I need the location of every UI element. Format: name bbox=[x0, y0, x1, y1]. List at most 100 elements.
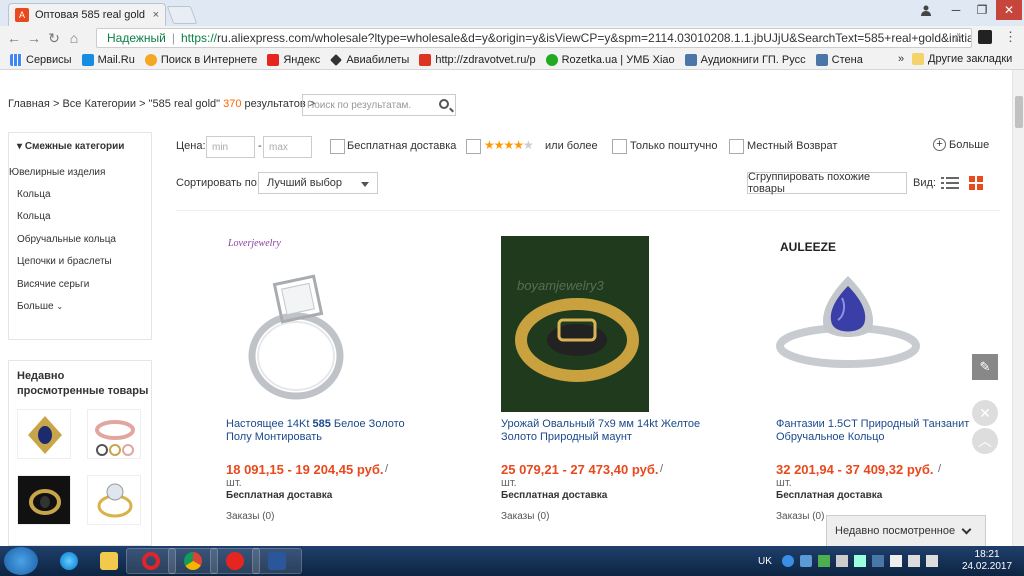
page-scrollbar[interactable] bbox=[1012, 70, 1024, 546]
sort-value: Лучший выбор bbox=[267, 177, 343, 189]
product-unit-slash-1: / bbox=[385, 463, 389, 475]
edit-pencil-icon[interactable]: ✎ bbox=[972, 354, 998, 380]
category-drop-earrings[interactable]: Висячие серьги bbox=[17, 279, 89, 290]
clock-time: 18:21 bbox=[974, 549, 1000, 560]
menu-icon[interactable]: ⋮ bbox=[1004, 29, 1017, 45]
taskbar-word[interactable] bbox=[252, 548, 302, 574]
grid-view-icon[interactable] bbox=[969, 176, 983, 190]
breadcrumb-all-categories[interactable]: Все Категории bbox=[62, 98, 136, 110]
bookmarks-overflow[interactable]: » bbox=[898, 53, 904, 65]
recent-thumb-4[interactable] bbox=[87, 475, 141, 525]
product-orders-1[interactable]: Заказы (0) bbox=[226, 511, 274, 522]
product-title-3[interactable]: Фантазии 1.5CT Природный Танзанит Обруча… bbox=[776, 418, 976, 444]
minimize-button[interactable]: ─ bbox=[944, 0, 968, 20]
maximize-button[interactable]: ❐ bbox=[970, 0, 994, 20]
home-icon[interactable]: ⌂ bbox=[64, 30, 84, 46]
product-orders-2[interactable]: Заказы (0) bbox=[501, 511, 549, 522]
related-categories-panel: ▾ Смежные категории Ювелирные изделия Ко… bbox=[8, 132, 152, 340]
windows-taskbar: UK 18:21 24.02.2017 bbox=[0, 546, 1024, 576]
category-more[interactable]: Больше ⌄ bbox=[17, 301, 63, 312]
browser-tab[interactable]: A Оптовая 585 real gold Г × bbox=[8, 3, 166, 26]
recently-viewed-title: Недавно просмотренные товары bbox=[17, 370, 149, 397]
bookmark-services[interactable]: Сервисы bbox=[10, 53, 72, 66]
system-tray bbox=[782, 546, 938, 576]
aliexpress-favicon-icon: A bbox=[15, 8, 29, 22]
clock[interactable]: 18:21 24.02.2017 bbox=[962, 546, 1012, 576]
category-chains-bracelets[interactable]: Цепочки и браслеты bbox=[17, 256, 112, 267]
product-image-2[interactable]: boyamjewelry3 bbox=[501, 236, 649, 412]
clock-date: 24.02.2017 bbox=[962, 561, 1013, 572]
network-icon[interactable] bbox=[908, 555, 920, 567]
price-min-input[interactable]: min bbox=[206, 136, 255, 158]
product-title-2[interactable]: Урожай Овальный 7x9 мм 14kt Желтое Золот… bbox=[501, 418, 701, 444]
back-arrow-icon[interactable]: ← bbox=[4, 30, 24, 46]
free-shipping-checkbox[interactable] bbox=[330, 139, 345, 154]
product-price-1: 18 091,15 - 19 204,45 руб. bbox=[226, 462, 384, 477]
bookmark-audiobooks[interactable]: Аудиокниги ГП. Русс bbox=[684, 53, 806, 66]
rating-checkbox[interactable] bbox=[466, 139, 481, 154]
scroll-up-icon[interactable]: ︿ bbox=[972, 428, 998, 454]
sync-icon[interactable] bbox=[782, 555, 794, 567]
price-max-input[interactable]: max bbox=[263, 136, 312, 158]
category-rings[interactable]: Кольца bbox=[17, 189, 51, 200]
bookmark-avia[interactable]: Авиабилеты bbox=[330, 54, 409, 66]
close-circle-icon[interactable]: ✕ bbox=[972, 400, 998, 426]
vk-icon bbox=[815, 53, 828, 66]
reload-icon[interactable]: ↻ bbox=[44, 30, 64, 47]
volume-icon[interactable] bbox=[926, 555, 938, 567]
bookmark-mailru[interactable]: Mail.Ru bbox=[81, 53, 135, 66]
recent-thumb-3[interactable] bbox=[17, 475, 71, 525]
breadcrumb-home[interactable]: Главная bbox=[8, 98, 50, 110]
recent-thumb-2[interactable] bbox=[87, 409, 141, 459]
vk-tray-icon[interactable] bbox=[872, 555, 884, 567]
bookmark-search[interactable]: Поиск в Интернете bbox=[144, 53, 257, 66]
bookmark-rozetka[interactable]: Rozetka.ua | УМБ Xiao bbox=[545, 53, 675, 66]
product-price-3: 32 201,94 - 37 409,32 руб. bbox=[776, 462, 934, 477]
price-label: Цена: bbox=[176, 140, 206, 152]
bookmark-yandex[interactable]: Яндекс bbox=[267, 53, 320, 66]
bookmark-star-icon[interactable]: ☆ bbox=[952, 30, 964, 46]
bookmark-other[interactable]: Другие закладки bbox=[912, 53, 1012, 65]
scrollbar-thumb[interactable] bbox=[1015, 96, 1023, 128]
recent-thumb-1[interactable] bbox=[17, 409, 71, 459]
skype-icon[interactable] bbox=[800, 555, 812, 567]
more-filters-button[interactable]: + Больше bbox=[933, 138, 989, 151]
language-indicator[interactable]: UK bbox=[758, 546, 772, 576]
search-within-results-input[interactable]: Поиск по результатам. bbox=[302, 94, 456, 116]
forward-arrow-icon[interactable]: → bbox=[24, 30, 44, 46]
bookmark-zdravotvet[interactable]: http://zdravotvet.ru/p bbox=[419, 53, 536, 66]
address-bar[interactable]: Надежный | https:// ru.aliexpress.com/wh… bbox=[96, 28, 972, 48]
local-return-checkbox[interactable] bbox=[729, 139, 744, 154]
group-similar-button[interactable]: Сгруппировать похожие товары bbox=[747, 171, 907, 195]
sort-select[interactable]: Лучший выбор bbox=[258, 172, 378, 194]
recently-viewed-toggle[interactable]: Недавно посмотренное bbox=[826, 515, 986, 546]
extension-icon[interactable] bbox=[978, 30, 992, 44]
search-icon[interactable] bbox=[439, 99, 449, 109]
product-unit-3: шт. bbox=[776, 477, 792, 489]
url-text: ru.aliexpress.com/wholesale?ltype=wholes… bbox=[217, 31, 972, 45]
category-rings-2[interactable]: Кольца bbox=[17, 211, 51, 222]
internet-explorer-icon bbox=[60, 552, 78, 570]
product-image-3[interactable]: AULEEZE bbox=[776, 236, 924, 412]
close-button[interactable]: ✕ bbox=[996, 0, 1022, 20]
search-placeholder: Поиск по результатам. bbox=[307, 99, 412, 111]
tray-shield-icon[interactable] bbox=[854, 555, 866, 567]
device-icon[interactable] bbox=[836, 555, 848, 567]
new-tab-button[interactable] bbox=[166, 6, 198, 24]
view-label: Вид: bbox=[913, 177, 936, 189]
user-profile-icon[interactable] bbox=[916, 0, 936, 20]
product-image-1[interactable]: Loverjewelry bbox=[226, 236, 374, 412]
product-title-1[interactable]: Настоящее 14Kt 585 Белое Золото Полу Мон… bbox=[226, 418, 426, 444]
tray-app-icon[interactable] bbox=[818, 555, 830, 567]
start-button[interactable] bbox=[4, 547, 38, 575]
bookmark-wall[interactable]: Стена bbox=[815, 53, 863, 66]
category-wedding-rings[interactable]: Обручальные кольца bbox=[17, 234, 116, 245]
related-categories-title: ▾ Смежные категории bbox=[17, 141, 125, 152]
tab-close-icon[interactable]: × bbox=[153, 9, 159, 21]
product-orders-3[interactable]: Заказы (0) bbox=[776, 511, 824, 522]
yandex-browser-icon bbox=[226, 552, 244, 570]
flag-icon[interactable] bbox=[890, 555, 902, 567]
category-jewelry[interactable]: Ювелирные изделия bbox=[9, 167, 105, 178]
list-view-icon[interactable] bbox=[941, 176, 959, 190]
single-only-checkbox[interactable] bbox=[612, 139, 627, 154]
